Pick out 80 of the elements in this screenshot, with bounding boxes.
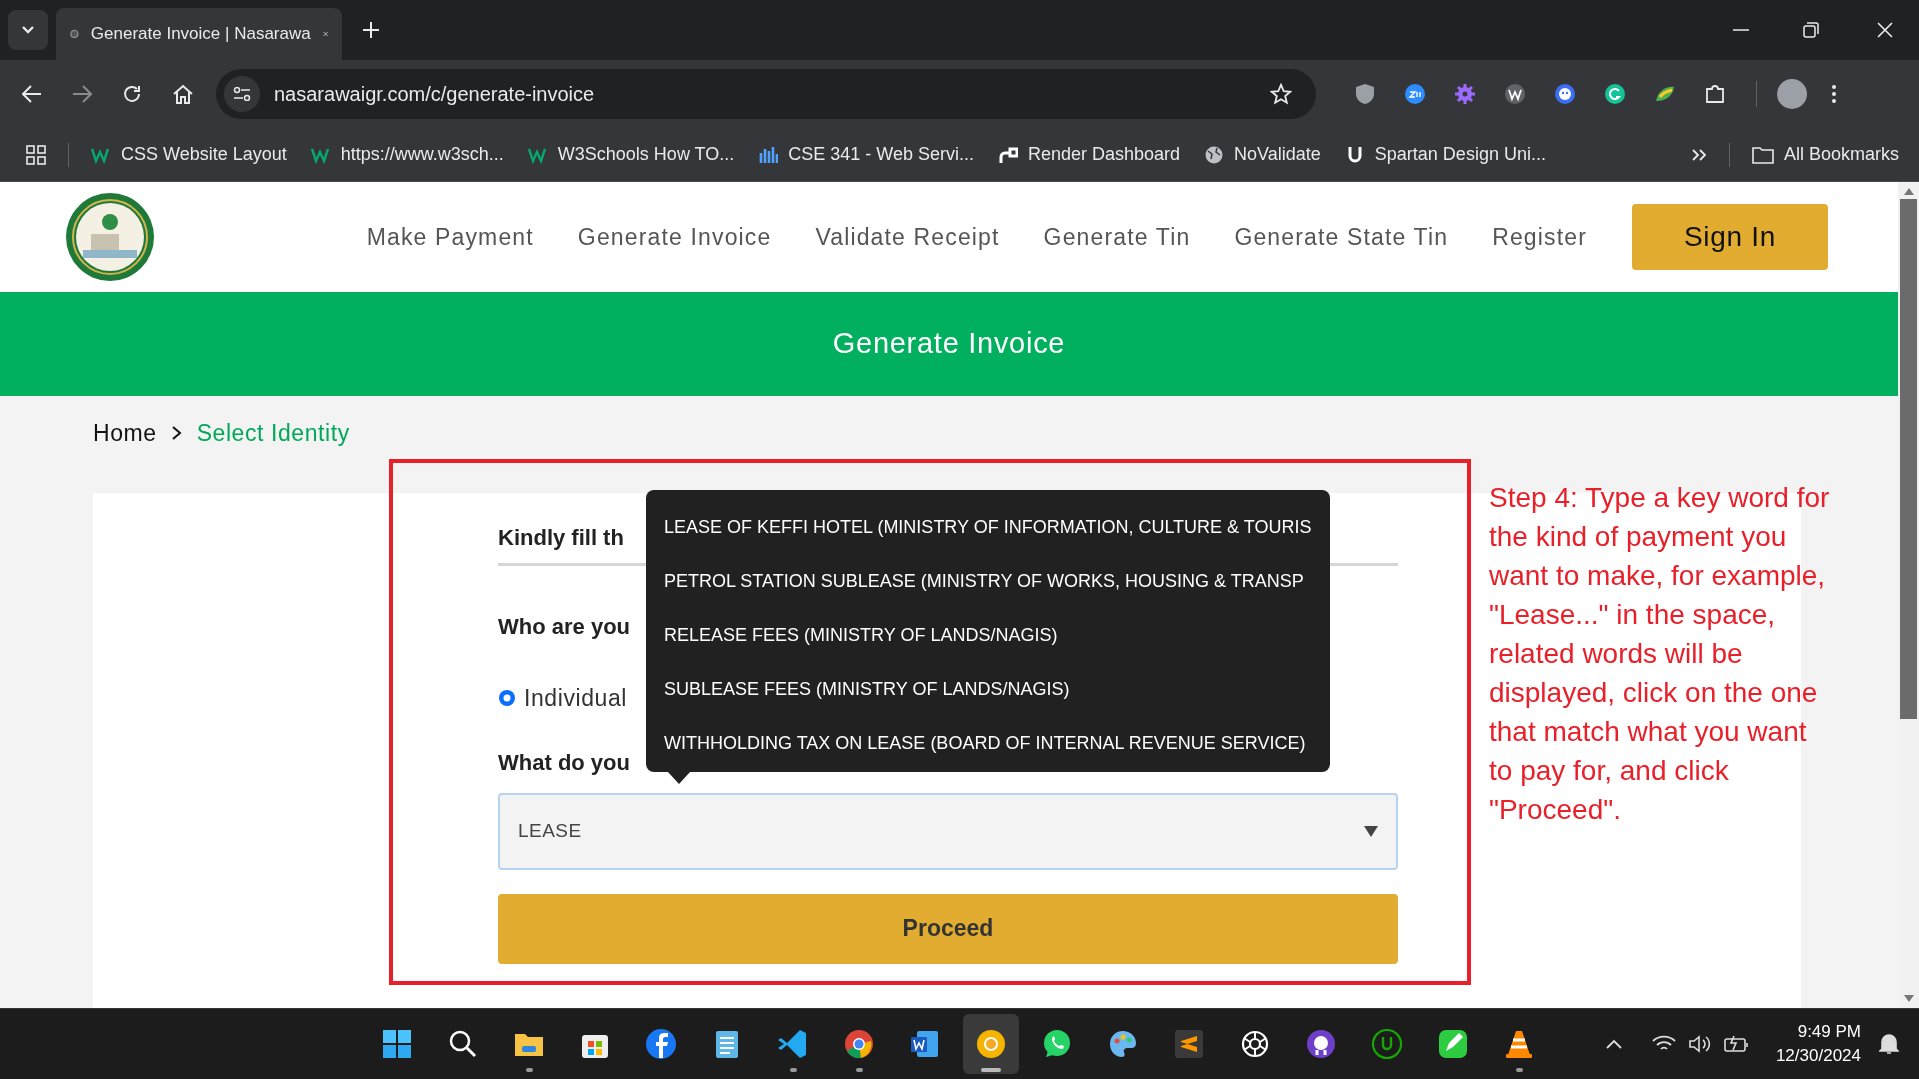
taskbar-app[interactable] bbox=[962, 1014, 1019, 1074]
clock-date[interactable]: 12/30/2024 bbox=[1775, 1044, 1861, 1068]
form-heading: Kindly fill th bbox=[498, 524, 624, 551]
nav-link[interactable]: Generate Invoice bbox=[577, 219, 772, 255]
bookmark-link[interactable]: https://www.w3sch... bbox=[310, 141, 504, 168]
tab-search-button[interactable] bbox=[8, 10, 48, 50]
payment-select[interactable]: LEASE bbox=[498, 792, 1398, 870]
radio-button[interactable] bbox=[498, 689, 516, 708]
chevron-up-icon[interactable] bbox=[1605, 1039, 1622, 1049]
star-icon[interactable] bbox=[1270, 83, 1292, 105]
extensions-icon[interactable] bbox=[1704, 83, 1726, 105]
bookmark-link[interactable]: CSS Website Layout bbox=[91, 141, 287, 168]
suggestion-item[interactable]: WITHHOLDING TAX ON LEASE (BOARD OF INTERNAL REVENUE SERVICE) bbox=[664, 716, 1316, 770]
url-text: nasarawaigr.com/c/generate-invoice bbox=[274, 82, 595, 107]
browser-icon bbox=[842, 1028, 875, 1060]
browser-tab[interactable]: Generate Invoice | Nasarawa bbox=[56, 8, 342, 60]
scrollbar-thumb[interactable] bbox=[1900, 199, 1917, 719]
nav-link[interactable]: Register bbox=[1492, 219, 1587, 255]
globe-icon bbox=[1204, 144, 1225, 165]
more-bookmarks-icon[interactable] bbox=[1690, 147, 1707, 162]
instruction-note: Step 4: Type a key word for the kind of payment you want to make, for example, "Lease..." in the space, related words will be displayed, click on the one that match what you want to pay for, and click "Proceed". bbox=[1489, 481, 1831, 827]
form-label: What do you bbox=[498, 748, 630, 777]
new-tab-icon[interactable] bbox=[362, 21, 380, 39]
breadcrumb-link[interactable]: Home bbox=[93, 415, 157, 451]
nav-link[interactable]: Make Payment bbox=[366, 219, 534, 255]
restore-icon[interactable] bbox=[1803, 22, 1819, 38]
profile-avatar[interactable] bbox=[1777, 79, 1807, 109]
form-label: Who are you bbox=[498, 613, 630, 641]
w-letter-icon[interactable] bbox=[1504, 83, 1526, 105]
close-tab-icon[interactable] bbox=[322, 28, 328, 40]
radio-option[interactable]: Individual bbox=[498, 681, 627, 716]
clock-time[interactable]: 9:49 PM bbox=[1797, 1020, 1861, 1044]
bookmark-link[interactable]: NoValidate bbox=[1204, 141, 1321, 168]
bookmark-link[interactable]: W3Schools How TO... bbox=[527, 141, 735, 168]
scroll-down-icon[interactable] bbox=[1903, 995, 1914, 1002]
suggestion-item[interactable]: SUBLEASE FEES (MINISTRY OF LANDS/NAGIS) bbox=[664, 662, 1316, 716]
home-icon[interactable] bbox=[172, 84, 194, 104]
browser-icon bbox=[974, 1028, 1007, 1060]
proceed-button[interactable]: Proceed bbox=[498, 893, 1398, 964]
all-bookmarks-button[interactable]: All Bookmarks bbox=[1751, 141, 1899, 168]
nav-link[interactable]: Generate State Tin bbox=[1234, 219, 1449, 255]
folder-icon bbox=[1751, 145, 1774, 164]
u-letter-icon bbox=[1370, 1028, 1403, 1060]
site-info-icon[interactable] bbox=[224, 76, 260, 112]
banner-title: Generate Invoice bbox=[832, 326, 1066, 362]
suggestion-item[interactable]: RELEASE FEES (MINISTRY OF LANDS/NAGIS) bbox=[664, 608, 1316, 662]
g-letter-icon[interactable] bbox=[1604, 83, 1626, 105]
apps-grid-icon[interactable] bbox=[26, 144, 46, 165]
close-icon[interactable] bbox=[1877, 22, 1893, 38]
battery-icon[interactable] bbox=[1723, 1035, 1750, 1053]
address-bar[interactable]: nasarawaigr.com/c/generate-invoice bbox=[216, 69, 1316, 119]
notification-bell-icon[interactable] bbox=[1879, 1033, 1899, 1055]
chevron-down-icon bbox=[21, 25, 35, 35]
gear-icon[interactable] bbox=[1454, 83, 1476, 105]
reload-icon[interactable] bbox=[122, 84, 142, 104]
bar-chart-icon bbox=[758, 144, 779, 165]
bookmark-link[interactable]: CSE 341 - Web Servi... bbox=[758, 141, 974, 168]
nav-link[interactable]: Validate Receipt bbox=[815, 219, 1000, 255]
pen-icon bbox=[1436, 1028, 1469, 1060]
suggestion-item[interactable]: PETROL STATION SUBLEASE (MINISTRY OF WORKS, HOUSING & TRANSP bbox=[664, 554, 1316, 608]
menu-icon[interactable] bbox=[1831, 84, 1837, 104]
breadcrumb-chevron-icon bbox=[170, 425, 183, 441]
facebook-icon bbox=[644, 1028, 677, 1060]
zoom-icon[interactable] bbox=[1404, 83, 1426, 105]
back-icon[interactable] bbox=[22, 85, 42, 103]
speaker-icon[interactable] bbox=[1687, 1034, 1712, 1054]
s-letter-icon bbox=[1172, 1028, 1205, 1060]
bookmark-link[interactable]: Spartan Design Uni... bbox=[1344, 141, 1546, 168]
smiley-icon[interactable] bbox=[1554, 83, 1576, 105]
dropdown-arrow-icon bbox=[1364, 825, 1378, 837]
code-editor-icon bbox=[776, 1028, 809, 1060]
document-icon bbox=[908, 1028, 941, 1060]
windows-logo-icon bbox=[380, 1028, 413, 1060]
nav-link[interactable]: Generate Tin bbox=[1043, 219, 1191, 255]
forward-icon[interactable] bbox=[72, 85, 92, 103]
shield-icon[interactable] bbox=[1354, 83, 1376, 105]
suggestion-item[interactable]: LEASE OF KEFFI HOTEL (MINISTRY OF INFORMATION, CULTURE & TOURIS bbox=[664, 500, 1316, 554]
sign-in-button[interactable]: Sign In bbox=[1632, 204, 1828, 270]
bookmark-link[interactable]: Render Dashboard bbox=[998, 141, 1181, 168]
scroll-up-icon[interactable] bbox=[1903, 188, 1914, 195]
